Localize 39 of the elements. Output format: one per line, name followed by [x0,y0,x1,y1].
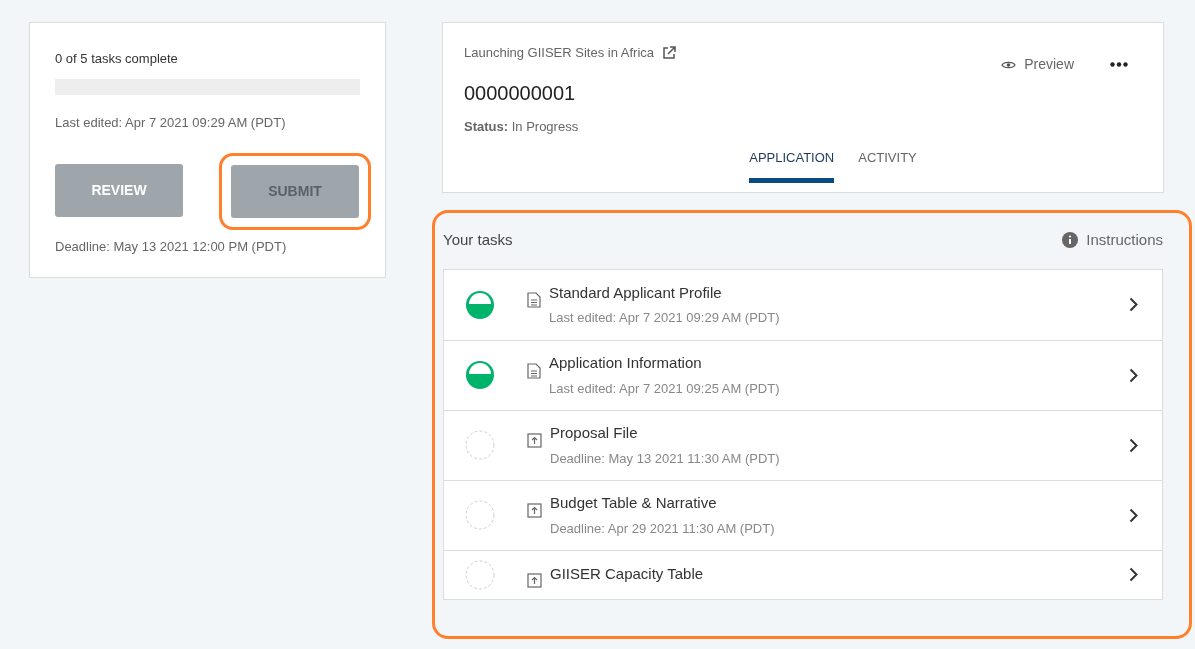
chevron-right-icon [1129,567,1138,582]
task-title: Application Information [549,353,703,373]
task-row[interactable]: Standard Applicant Profile Last edited: Apr 7 2021 09:29 AM (PDT) [444,269,1162,340]
document-icon [527,291,541,308]
chevron-right-icon [1129,437,1138,453]
tab[interactable]: ACTIVITY [858,148,917,183]
instructions-button[interactable]: Instructions [1062,229,1163,252]
task-row[interactable]: Budget Table & Narrative Deadline: Apr 29 2021 11:30 AM (PDT) [444,479,1162,550]
program-link[interactable]: Launching GIISER Sites in Africa [464,43,655,63]
progress-text: 0 of 5 tasks complete [55,50,179,68]
tasks-title: Your tasks [443,230,513,250]
eye-icon [1001,59,1017,70]
preview-button[interactable]: Preview [1001,54,1074,75]
application-id: 0000000001 [464,80,577,106]
upload-icon [527,572,542,588]
task-subtitle: Last edited: Apr 7 2021 09:29 AM (PDT) [549,309,781,327]
task-title: GIISER Capacity Table [550,564,705,585]
task-subtitle: Last edited: Apr 7 2021 09:25 AM (PDT) [549,379,781,398]
info-icon [1062,232,1079,249]
upload-icon [527,502,542,518]
task-title: Budget Table & Narrative [550,493,718,513]
task-row[interactable]: Proposal File Deadline: May 13 2021 11:30 AM (PDT) [444,409,1162,480]
chevron-right-icon [1129,297,1138,312]
task-title: Standard Applicant Profile [549,282,723,303]
task-title: Proposal File [550,423,639,443]
task-row[interactable]: Application Information Last edited: Apr 7 2021 09:25 AM (PDT) [444,339,1162,410]
chevron-right-icon [1129,507,1138,523]
external-link-icon[interactable] [662,45,677,60]
task-subtitle: Deadline: May 13 2021 11:30 AM (PDT) [550,449,781,468]
last-edited-text: Last edited: Apr 7 2021 09:29 AM (PDT) [55,113,287,132]
more-options-icon[interactable] [1110,62,1128,67]
status-text: Status: In Progress [464,117,580,136]
chevron-right-icon [1129,367,1138,383]
upload-icon [527,432,542,448]
document-icon [527,362,541,379]
task-row[interactable]: GIISER Capacity Table [444,549,1162,599]
tab[interactable]: APPLICATION [749,148,835,183]
task-subtitle: Deadline: Apr 29 2021 11:30 AM (PDT) [550,519,776,538]
deadline-text: Deadline: May 13 2021 12:00 PM (PDT) [55,238,288,256]
